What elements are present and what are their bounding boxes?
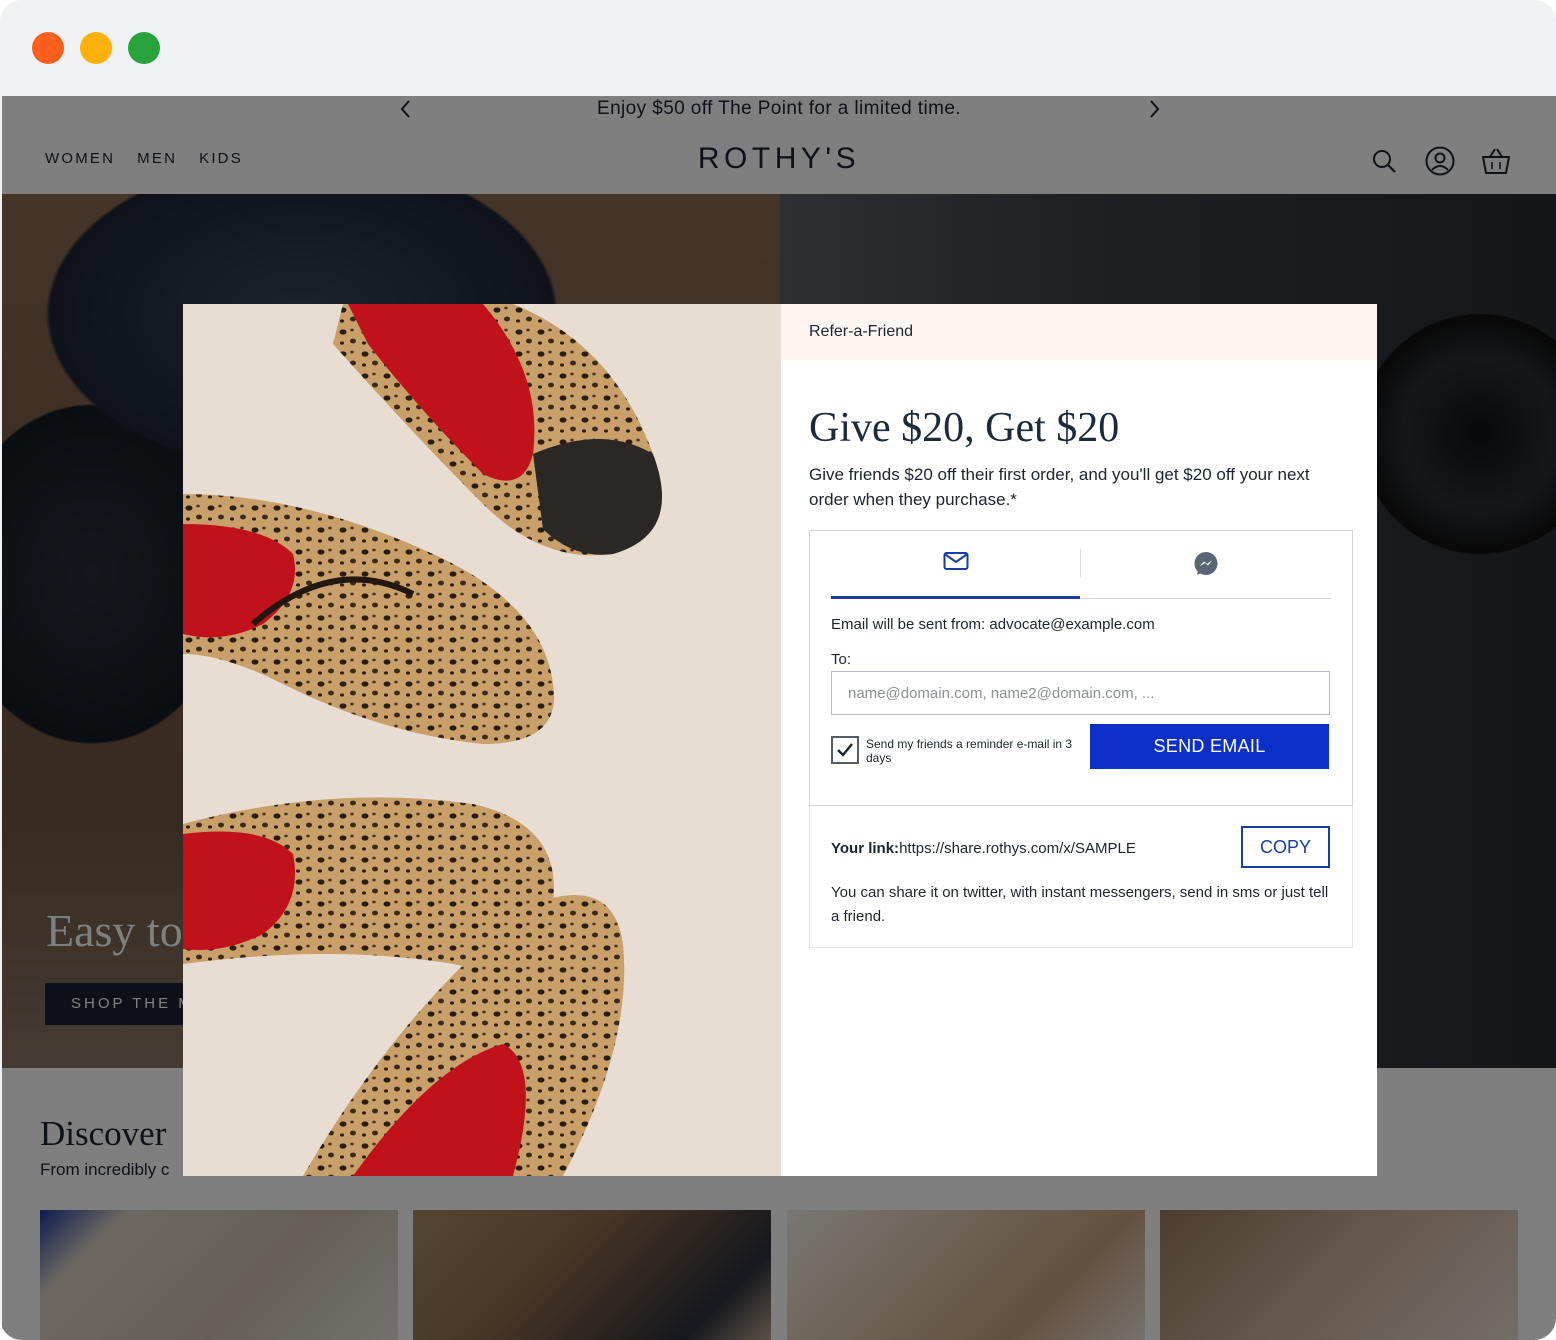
share-panel: Email will be sent from: advocate@exampl… — [809, 530, 1353, 806]
close-window-button[interactable] — [32, 32, 64, 64]
modal-heading: Give $20, Get $20 — [809, 405, 1120, 451]
tab-email[interactable] — [831, 531, 1080, 599]
tab-messenger[interactable] — [1081, 531, 1331, 599]
messenger-icon — [1194, 552, 1218, 575]
copy-link-button[interactable]: COPY — [1241, 826, 1330, 868]
window-titlebar — [0, 0, 1556, 96]
modal-section-label: Refer-a-Friend — [809, 323, 914, 340]
envelope-icon — [943, 552, 968, 570]
modal-description: Give friends $20 off their first order, … — [809, 465, 1310, 509]
share-link[interactable]: Your link:https://share.rothys.com/x/SAM… — [831, 840, 1136, 857]
share-link-panel: Your link:https://share.rothys.com/x/SAM… — [809, 806, 1353, 948]
shoes-illustration — [183, 304, 781, 1176]
sender-info: Email will be sent from: advocate@exampl… — [831, 616, 1155, 633]
minimize-window-button[interactable] — [80, 32, 112, 64]
maximize-window-button[interactable] — [128, 32, 160, 64]
checkmark-icon — [837, 743, 853, 757]
recipient-email-input[interactable] — [831, 671, 1330, 715]
browser-window: Enjoy $50 off The Point for a limited ti… — [0, 0, 1556, 1340]
share-link-label: Your link: — [831, 840, 900, 857]
share-link-url[interactable]: https://share.rothys.com/x/SAMPLE — [899, 840, 1136, 857]
to-label: To: — [831, 651, 852, 668]
share-note: You can share it on twitter, with instan… — [831, 884, 1329, 925]
refer-a-friend-modal: Refer-a-Friend Give $20, Get $20 Give fr… — [183, 304, 1377, 1176]
send-email-button[interactable]: SEND EMAIL — [1090, 724, 1329, 769]
modal-header: Refer-a-Friend — [781, 304, 1377, 360]
reminder-label: Send my friends a reminder e-mail in 3 d… — [866, 737, 1073, 765]
reminder-checkbox[interactable] — [831, 736, 859, 764]
modal-content: Refer-a-Friend Give $20, Get $20 Give fr… — [781, 304, 1377, 1176]
leopard-shoes-image — [183, 304, 781, 1176]
page-viewport: Enjoy $50 off The Point for a limited ti… — [2, 96, 1556, 1340]
